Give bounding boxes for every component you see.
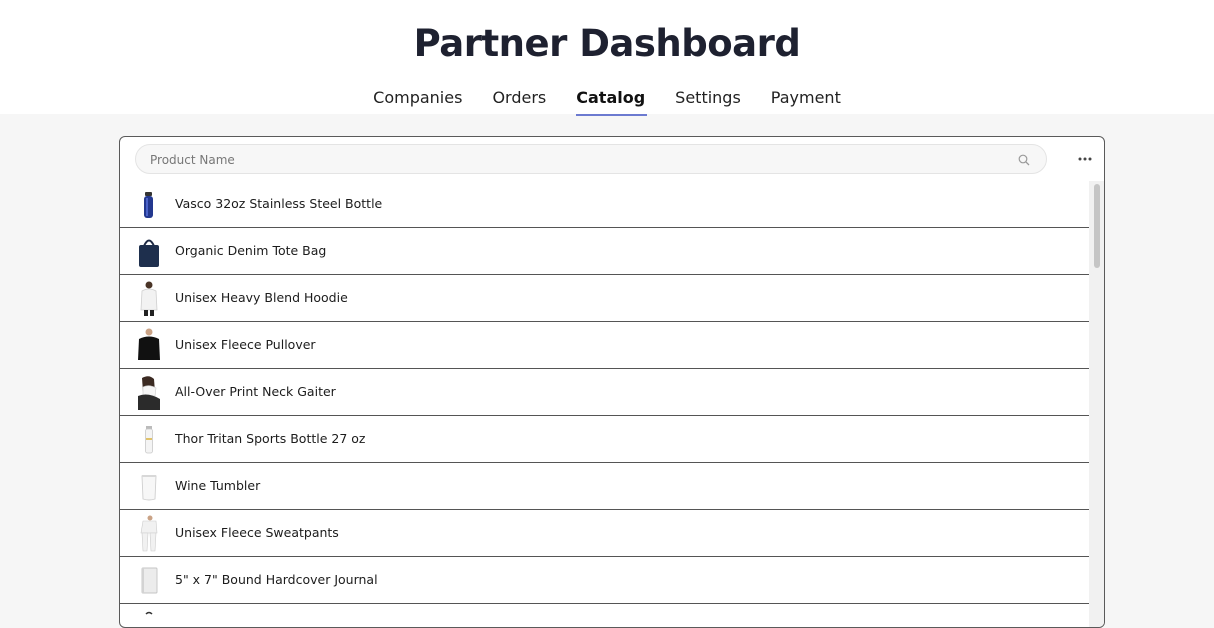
- catalog-panel: Vasco 32oz Stainless Steel Bottle Organi…: [119, 136, 1105, 628]
- product-name: Organic Denim Tote Bag: [175, 243, 327, 258]
- product-thumbnail: [134, 327, 164, 364]
- search-bar: [135, 144, 1047, 175]
- list-item[interactable]: 5" x 7" Bound Hardcover Journal: [120, 557, 1089, 604]
- product-name: Wine Tumbler: [175, 478, 261, 493]
- tab-settings[interactable]: Settings: [675, 88, 741, 114]
- search-icon[interactable]: [1018, 153, 1030, 166]
- list-item[interactable]: Unisex Fleece Pullover: [120, 322, 1089, 369]
- list-item[interactable]: Unisex Heavy Blend Hoodie: [120, 275, 1089, 322]
- more-horizontal-icon[interactable]: [1075, 150, 1095, 166]
- list-item[interactable]: Unisex Fleece Sweatpants: [120, 510, 1089, 557]
- tab-orders[interactable]: Orders: [492, 88, 546, 114]
- product-thumbnail: [134, 233, 164, 270]
- product-thumbnail: [134, 609, 164, 627]
- product-thumbnail: [134, 374, 164, 411]
- product-name: Unisex Fleece Pullover: [175, 337, 316, 352]
- product-thumbnail: [134, 468, 164, 505]
- list-scrollbar[interactable]: [1089, 181, 1104, 627]
- list-item[interactable]: Wine Tumbler: [120, 463, 1089, 510]
- nav-tabs: Companies Orders Catalog Settings Paymen…: [0, 88, 1214, 116]
- product-name: 5" x 7" Bound Hardcover Journal: [175, 572, 378, 587]
- product-name: Thor Tritan Sports Bottle 27 oz: [175, 431, 366, 446]
- scrollbar-thumb[interactable]: [1094, 184, 1100, 268]
- product-thumbnail: [134, 186, 164, 223]
- product-name: All-Over Print Neck Gaiter: [175, 384, 336, 399]
- product-name: Vasco 32oz Stainless Steel Bottle: [175, 196, 383, 211]
- product-name: Unisex Heavy Blend Hoodie: [175, 290, 348, 305]
- list-item[interactable]: Vasco 32oz Stainless Steel Bottle: [120, 181, 1089, 228]
- product-thumbnail: [134, 421, 164, 458]
- tab-catalog[interactable]: Catalog: [576, 88, 648, 116]
- search-input[interactable]: [148, 145, 1012, 175]
- list-item[interactable]: All-Over Print Neck Gaiter: [120, 369, 1089, 416]
- tab-companies[interactable]: Companies: [373, 88, 462, 114]
- product-thumbnail: [134, 280, 164, 317]
- list-item[interactable]: [120, 604, 1089, 627]
- product-thumbnail: [134, 562, 164, 599]
- header: Partner Dashboard Companies Orders Catal…: [0, 0, 1214, 116]
- product-name: Unisex Fleece Sweatpants: [175, 525, 339, 540]
- tab-payment[interactable]: Payment: [771, 88, 841, 114]
- product-thumbnail: [134, 515, 164, 552]
- product-list: Vasco 32oz Stainless Steel Bottle Organi…: [120, 181, 1089, 627]
- list-item[interactable]: Thor Tritan Sports Bottle 27 oz: [120, 416, 1089, 463]
- list-item[interactable]: Organic Denim Tote Bag: [120, 228, 1089, 275]
- page-title: Partner Dashboard: [413, 22, 801, 65]
